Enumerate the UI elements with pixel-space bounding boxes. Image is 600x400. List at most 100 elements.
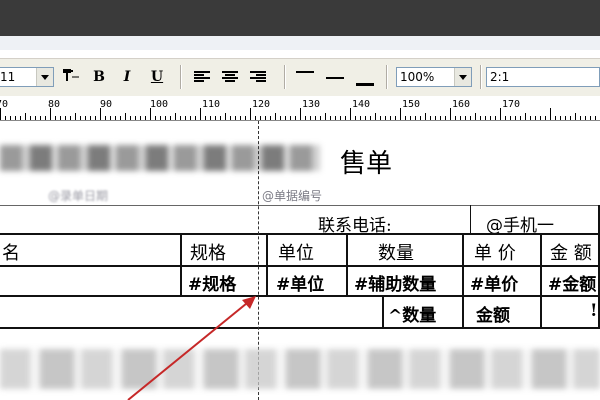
horizontal-ruler: 70 80 90 100 110 120 130 140 150 160 170 <box>0 96 600 121</box>
ruler-tick <box>65 116 66 120</box>
ruler-label: 100 <box>150 99 169 110</box>
ruler-tick <box>440 116 441 120</box>
ruler-label: 110 <box>202 99 221 110</box>
valign-bottom-icon[interactable] <box>356 83 374 86</box>
ruler-tick <box>315 116 316 120</box>
ruler-tick <box>280 116 281 120</box>
font-size-select[interactable]: 11 <box>0 67 54 87</box>
ruler-tick <box>80 116 81 120</box>
ruler-tick <box>30 116 31 120</box>
ruler-tick <box>170 116 171 120</box>
ruler-tick <box>535 116 536 120</box>
zoom-select[interactable]: 100% <box>396 67 472 87</box>
ruler-tick <box>10 116 11 120</box>
underline-button[interactable]: U <box>146 67 168 87</box>
ruler-tick <box>165 116 166 120</box>
align-center-icon[interactable] <box>222 71 238 83</box>
toolbar-separator <box>480 65 482 89</box>
ruler-tick <box>370 116 371 120</box>
toolbar-separator <box>180 65 182 89</box>
ruler-tick <box>290 116 291 120</box>
ruler-tick <box>20 116 21 120</box>
ruler-tick <box>305 116 306 120</box>
ruler-tick <box>400 108 401 120</box>
ruler-tick <box>510 116 511 120</box>
ruler-tick <box>530 116 531 120</box>
ruler-tick <box>555 116 556 120</box>
ruler-tick <box>120 116 121 120</box>
ruler-tick <box>435 116 436 120</box>
toolbar-separator <box>284 65 286 89</box>
format-painter-icon[interactable] <box>60 67 82 87</box>
ruler-tick <box>580 116 581 120</box>
ruler-tick <box>115 116 116 120</box>
ruler-tick <box>570 116 571 120</box>
ruler-tick <box>200 108 201 120</box>
ruler-tick <box>480 116 481 120</box>
red-arrow-annotation <box>127 296 256 400</box>
ruler-tick <box>255 116 256 120</box>
ruler-tick <box>215 116 216 120</box>
ruler-tick <box>55 116 56 120</box>
ruler-tick <box>350 108 351 120</box>
ruler-tick <box>235 116 236 120</box>
ruler-tick <box>5 116 6 120</box>
ruler-tick <box>240 116 241 120</box>
ruler-tick <box>380 116 381 120</box>
ruler-tick <box>185 116 186 120</box>
ruler-tick <box>390 116 391 120</box>
ruler-tick <box>590 116 591 120</box>
ruler-tick <box>550 108 551 120</box>
ruler-tick <box>105 116 106 120</box>
ruler-tick <box>565 116 566 120</box>
ruler-tick <box>320 116 321 120</box>
ruler-tick <box>230 116 231 120</box>
chevron-down-icon[interactable] <box>36 68 53 86</box>
ruler-tick <box>15 116 16 120</box>
ruler-tick <box>210 116 211 120</box>
ruler-tick <box>95 116 96 120</box>
ruler-tick <box>470 116 471 120</box>
ruler-tick <box>455 116 456 120</box>
ruler-tick <box>410 116 411 120</box>
ruler-tick <box>145 116 146 120</box>
ratio-field[interactable]: 2:1 <box>486 67 600 87</box>
ruler-label: 160 <box>452 99 471 110</box>
ruler-tick <box>385 116 386 120</box>
ruler-label: 70 <box>0 99 9 110</box>
ruler-tick <box>560 116 561 120</box>
ruler-tick <box>25 113 26 120</box>
ruler-tick <box>45 116 46 120</box>
ruler-tick <box>250 108 251 120</box>
valign-middle-icon[interactable] <box>326 77 344 79</box>
font-size-value: 11 <box>0 70 16 84</box>
ruler-label: 150 <box>402 99 421 110</box>
format-toolbar: 11 B I U 100% 2:1 <box>0 58 600 98</box>
report-design-canvas[interactable]: 售单 @录单日期 @单据编号 联系电话: @手机一 名 规格 单位 数量 单 价… <box>0 121 600 400</box>
ruler-label: 120 <box>252 99 271 110</box>
bold-button[interactable]: B <box>88 67 110 87</box>
align-right-icon[interactable] <box>250 71 266 83</box>
ratio-value: 2:1 <box>490 70 510 84</box>
ruler-tick <box>125 113 126 120</box>
chevron-down-icon[interactable] <box>454 68 471 86</box>
ruler-tick <box>275 113 276 120</box>
ruler-tick <box>495 116 496 120</box>
valign-top-icon[interactable] <box>296 71 314 73</box>
ruler-tick <box>155 116 156 120</box>
ruler-tick <box>180 116 181 120</box>
window-top-band <box>0 0 600 36</box>
ruler-tick <box>505 116 506 120</box>
ruler-tick <box>85 116 86 120</box>
ruler-tick <box>340 116 341 120</box>
ruler-tick <box>575 113 576 120</box>
ruler-tick <box>465 116 466 120</box>
ruler-tick <box>520 116 521 120</box>
toolbar-separator <box>386 65 388 89</box>
italic-button[interactable]: I <box>116 67 138 87</box>
ruler-tick <box>60 116 61 120</box>
ruler-label: 130 <box>302 99 321 110</box>
align-left-icon[interactable] <box>194 71 210 83</box>
ruler-tick <box>190 116 191 120</box>
ruler-tick <box>130 116 131 120</box>
